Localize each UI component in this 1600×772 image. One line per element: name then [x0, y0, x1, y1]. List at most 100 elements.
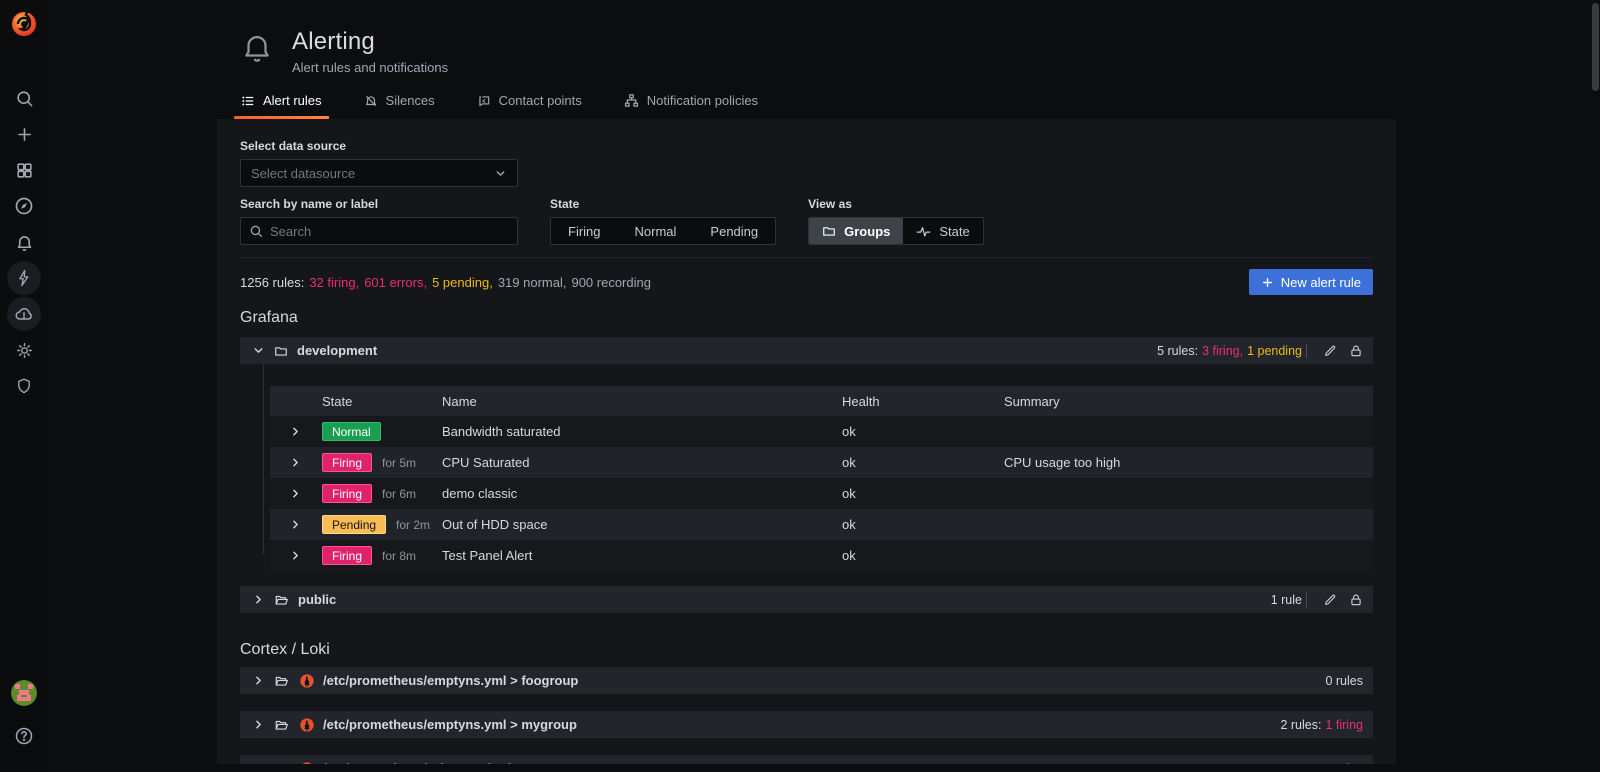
- divider: [1306, 593, 1307, 607]
- folder-row-public[interactable]: public 1 rule: [240, 586, 1373, 613]
- chevron-right-icon[interactable]: [280, 518, 310, 531]
- namespace-summary: 0 rules: [1321, 762, 1363, 765]
- user-avatar[interactable]: [11, 680, 37, 706]
- dashboards-grid-icon[interactable]: [0, 152, 48, 188]
- chevron-down-icon: [494, 167, 507, 180]
- chevron-right-icon[interactable]: [248, 718, 268, 731]
- search-input[interactable]: [270, 224, 509, 239]
- grafana-logo-icon[interactable]: [9, 8, 39, 38]
- datasource-placeholder: Select datasource: [251, 166, 355, 181]
- page-subtitle: Alert rules and notifications: [292, 60, 448, 75]
- page-header: Alerting Alert rules and notifications: [48, 0, 1600, 75]
- state-filter-group: Firing Normal Pending: [550, 217, 776, 245]
- stats-firing: 32 firing,: [309, 275, 359, 290]
- view-as-label: View as: [808, 197, 984, 211]
- settings-gear-icon[interactable]: [0, 332, 48, 368]
- new-alert-rule-button[interactable]: New alert rule: [1249, 269, 1373, 295]
- view-option-groups[interactable]: Groups: [809, 218, 903, 244]
- rules-total: 5 rules:: [1157, 344, 1198, 358]
- col-summary: Summary: [1004, 394, 1373, 409]
- tab-silences[interactable]: Silences: [357, 85, 442, 119]
- create-plus-icon[interactable]: [0, 116, 48, 152]
- cloud-alert-icon[interactable]: [0, 296, 48, 332]
- chevron-right-icon[interactable]: [280, 425, 310, 438]
- table-row: Pending for 2m Out of HDD space ok: [270, 509, 1373, 540]
- chevron-right-icon[interactable]: [248, 674, 268, 687]
- namespace-row-mygroup[interactable]: /etc/prometheus/emptyns.yml > mygroup 2 …: [240, 711, 1373, 738]
- prometheus-icon: [299, 761, 315, 765]
- folder-summary: 1 rule: [1267, 593, 1363, 607]
- tab-label: Contact points: [499, 93, 582, 108]
- namespace-name: /etc/prometheus/emptyns.yml > foogroup: [323, 673, 578, 688]
- tab-notification-policies[interactable]: Notification policies: [617, 85, 765, 119]
- col-health: Health: [842, 394, 1004, 409]
- tab-label: Silences: [386, 93, 435, 108]
- namespace-summary: 2 rules: 1 firing: [1276, 718, 1363, 732]
- explore-compass-icon[interactable]: [0, 188, 48, 224]
- folder-name: public: [298, 592, 336, 607]
- namespace-row-rules-foogroup[interactable]: /etc/prometheus/rules.yaml > foogroup 0 …: [240, 755, 1373, 764]
- rules-total: 0 rules: [1325, 674, 1363, 688]
- alerting-page-bell-icon: [240, 30, 274, 64]
- prometheus-icon: [299, 717, 315, 733]
- filters-row: Search by name or label State Firing Nor…: [240, 197, 1373, 245]
- scrollbar-thumb[interactable]: [1592, 3, 1599, 91]
- admin-shield-icon[interactable]: [0, 368, 48, 404]
- state-filter-label: State: [550, 197, 776, 211]
- sidebar: [0, 0, 48, 772]
- edit-pencil-icon[interactable]: [1323, 344, 1337, 358]
- view-option-state[interactable]: State: [903, 218, 982, 244]
- status-badge: Firing: [322, 546, 372, 565]
- folder-summary: 5 rules: 3 firing, 1 pending: [1153, 344, 1363, 358]
- search-icon: [249, 224, 263, 238]
- chevron-right-icon[interactable]: [248, 762, 268, 764]
- rule-duration: for 8m: [382, 549, 416, 563]
- lightning-bolt-icon[interactable]: [0, 260, 48, 296]
- state-option-normal[interactable]: Normal: [618, 218, 694, 244]
- divider: [1306, 344, 1307, 358]
- tab-alert-rules[interactable]: Alert rules: [234, 85, 329, 119]
- folder-open-icon: [274, 593, 289, 607]
- tab-bar: Alert rules Silences Contact points Noti…: [48, 85, 1600, 119]
- tab-label: Notification policies: [647, 93, 758, 108]
- datasource-label: Select data source: [240, 139, 1373, 153]
- alerting-bell-icon[interactable]: [0, 224, 48, 260]
- state-option-pending[interactable]: Pending: [693, 218, 775, 244]
- state-option-firing[interactable]: Firing: [551, 218, 618, 244]
- lock-icon[interactable]: [1349, 593, 1363, 607]
- new-alert-rule-label: New alert rule: [1281, 275, 1361, 290]
- search-nav-icon[interactable]: [0, 80, 48, 116]
- namespace-row-foogroup[interactable]: /etc/prometheus/emptyns.yml > foogroup 0…: [240, 667, 1373, 694]
- stats-row: 1256 rules: 32 firing, 601 errors, 5 pen…: [240, 269, 1373, 295]
- stats-errors: 601 errors,: [364, 275, 427, 290]
- rules-total: 2 rules:: [1280, 718, 1321, 732]
- table-row: Firing for 5m CPU Saturated ok CPU usage…: [270, 447, 1373, 478]
- folder-open-icon: [274, 762, 289, 765]
- lock-icon[interactable]: [1349, 344, 1363, 358]
- rule-duration: for 2m: [396, 518, 430, 532]
- rules-firing: 1 firing: [1325, 718, 1363, 732]
- rule-name: Out of HDD space: [442, 517, 842, 532]
- status-badge: Pending: [322, 515, 386, 534]
- folder-row-development[interactable]: development 5 rules: 3 firing, 1 pending: [240, 337, 1373, 364]
- section-heading-cortex: Cortex / Loki: [240, 641, 1373, 659]
- table-row: Firing for 8m Test Panel Alert ok: [270, 540, 1373, 571]
- chevron-right-icon[interactable]: [280, 487, 310, 500]
- help-icon[interactable]: [0, 718, 48, 754]
- page-title: Alerting: [292, 28, 448, 56]
- chevron-right-icon[interactable]: [248, 593, 268, 606]
- datasource-select[interactable]: Select datasource: [240, 159, 518, 187]
- chevron-down-icon[interactable]: [248, 344, 268, 357]
- status-badge: Firing: [322, 484, 372, 503]
- tab-contact-points[interactable]: Contact points: [470, 85, 589, 119]
- rule-duration: for 5m: [382, 456, 416, 470]
- edit-pencil-icon[interactable]: [1323, 593, 1337, 607]
- stats-recording: 900 recording: [571, 275, 651, 290]
- chevron-right-icon[interactable]: [280, 549, 310, 562]
- folder-open-icon: [274, 674, 289, 688]
- view-option-label: State: [939, 224, 969, 239]
- rule-health: ok: [842, 517, 1004, 532]
- chevron-right-icon[interactable]: [280, 456, 310, 469]
- rule-name: Bandwidth saturated: [442, 424, 842, 439]
- folder-icon: [274, 344, 288, 358]
